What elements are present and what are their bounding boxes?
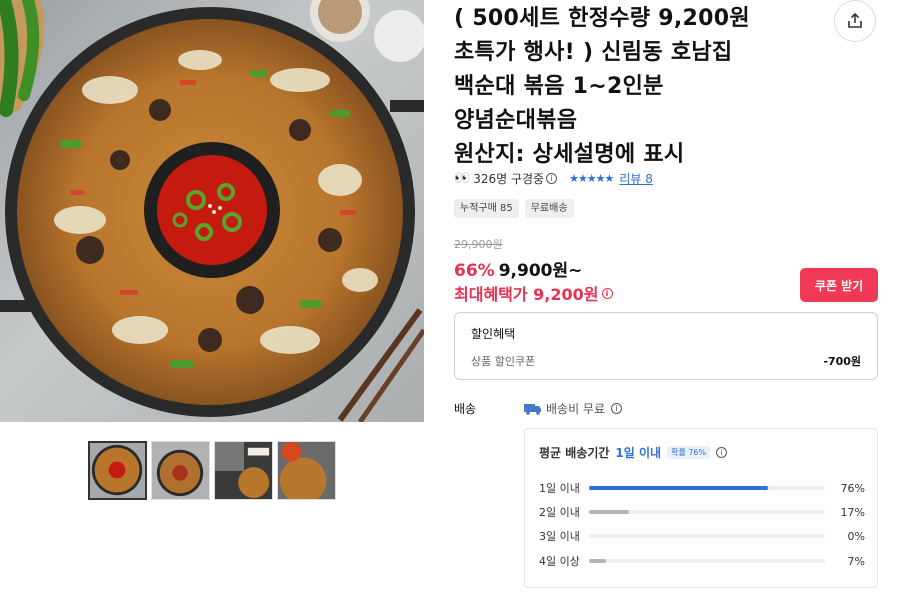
delivery-dist-label: 1일 이내 <box>539 482 580 495</box>
tag-purchase-count: 누적구매 85 <box>454 199 519 218</box>
info-icon[interactable]: i <box>716 447 728 458</box>
delivery-dist-value: 17% <box>840 505 865 519</box>
delivery-dist-bar-track <box>589 534 825 538</box>
info-icon[interactable]: i <box>546 172 558 184</box>
product-title: ( 500세트 한정수량 9,200원초특가 행사! ) 신림동 호남집백순대 … <box>454 2 824 172</box>
delivery-period-box: 평균 배송기간 1일 이내 확률 76% i 1일 이내 76% 2일 이내 17% 3… <box>524 428 878 588</box>
viewer-count: 326명 구경중 <box>473 171 545 186</box>
delivery-dist-label: 2일 이내 <box>539 506 580 519</box>
discount-rate: 66% <box>454 261 495 281</box>
tag-list: 누적구매 85 무료배송 <box>454 199 574 218</box>
rating-stars: ★★★★★ <box>569 171 614 185</box>
max-benefit-price: 최대혜택가 9,200원 i <box>454 281 613 305</box>
discount-benefit-box: 할인혜택 상품 할인쿠폰 -700원 <box>454 312 878 380</box>
tag-free-shipping: 무료배송 <box>524 199 574 218</box>
review-link[interactable]: 리뷰 8 <box>619 170 653 187</box>
share-icon <box>848 12 862 28</box>
delivery-probability: 확률 76% <box>667 446 711 459</box>
shipping-fee-row: 배송비 무료 i <box>524 400 623 417</box>
delivery-dist-value: 7% <box>847 554 865 568</box>
thumbnail-list <box>88 441 336 500</box>
delivery-dist-bar-fill <box>589 486 769 490</box>
info-icon[interactable]: i <box>601 287 613 299</box>
thumbnail-1[interactable] <box>88 441 147 500</box>
shipping-fee: 배송비 무료 <box>546 402 606 416</box>
shipping-label: 배송 <box>454 402 477 416</box>
max-benefit-text: 최대혜택가 9,200원 <box>454 285 599 304</box>
delivery-dist-label: 3일 이내 <box>539 530 580 543</box>
thumbnail-4[interactable] <box>277 441 336 500</box>
discount-box-title: 할인혜택 <box>471 327 516 341</box>
delivery-dist-row: 1일 이내 76% <box>539 480 865 496</box>
delivery-dist-bar-track <box>589 510 825 514</box>
product-title-line: 원산지: 상세설명에 표시 <box>454 142 685 167</box>
delivery-dist-label: 4일 이상 <box>539 555 580 568</box>
truck-icon <box>524 403 541 415</box>
product-main-image <box>0 0 424 422</box>
delivery-dist-bar-track <box>589 486 825 490</box>
delivery-dist-row: 2일 이내 17% <box>539 504 865 520</box>
meta-row: 👀 326명 구경중 i ★★★★★ 리뷰 8 <box>454 168 653 188</box>
original-price: 29,900원 <box>454 238 503 251</box>
product-title-line: 양념순대볶음 <box>454 108 578 133</box>
delivery-dist-bar-fill <box>589 559 606 563</box>
discount-coupon-label: 상품 할인쿠폰 <box>471 355 536 368</box>
delivery-period-header: 평균 배송기간 1일 이내 확률 76% i <box>539 444 728 461</box>
avg-delivery-value: 1일 이내 <box>615 446 662 460</box>
share-button[interactable] <box>834 0 876 42</box>
product-title-line: 백순대 볶음 1~2인분 <box>454 74 664 99</box>
delivery-dist-row: 4일 이상 7% <box>539 553 865 569</box>
delivery-dist-value: 0% <box>847 529 865 543</box>
info-icon[interactable]: i <box>611 403 623 414</box>
delivery-dist-row: 3일 이내 0% <box>539 528 865 544</box>
discount-coupon-amount: -700원 <box>823 355 861 368</box>
price-row: 66% 9,900원~ <box>454 256 582 281</box>
avg-delivery-title: 평균 배송기간 <box>539 446 610 460</box>
thumbnail-3[interactable] <box>214 441 273 500</box>
sale-price: 9,900원~ <box>498 261 583 281</box>
eyes-icon: 👀 <box>454 170 470 186</box>
delivery-dist-bar-fill <box>589 510 630 514</box>
thumbnail-2[interactable] <box>151 441 210 500</box>
product-title-line: 초특가 행사! ) 신림동 호남집 <box>454 40 733 65</box>
delivery-dist-value: 76% <box>840 481 865 495</box>
product-title-line: ( 500세트 한정수량 9,200원 <box>454 6 750 31</box>
coupon-button[interactable]: 쿠폰 받기 <box>800 268 878 302</box>
delivery-dist-bar-track <box>589 559 825 563</box>
